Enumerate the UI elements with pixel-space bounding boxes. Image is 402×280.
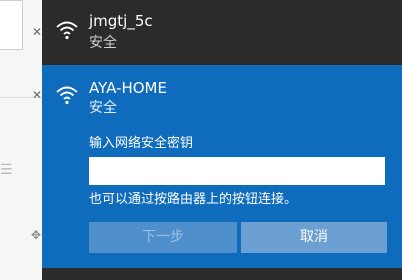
security-key-label: 输入网络安全密钥: [89, 136, 194, 151]
move-icon[interactable]: ✥: [31, 229, 42, 241]
network-item[interactable]: jmgtj_5c 安全: [42, 0, 402, 65]
wifi-signal-icon: [56, 21, 78, 40]
wifi-flyout: jmgtj_5c 安全 AYA-HOME 安全 输入网络安全密钥 也可以通过按路…: [42, 0, 402, 280]
close-icon[interactable]: ✕: [32, 89, 42, 101]
network-security-status: 安全: [89, 35, 117, 51]
screen: ✕ ✕ ☰ ✥ jmgtj_5c 安全 AYA-HOME 安全 输入网络安全密钥…: [0, 0, 402, 280]
router-button-hint: 也可以通过按路由器上的按钮连接。: [89, 192, 298, 207]
security-key-input[interactable]: [89, 157, 385, 185]
network-name: AYA-HOME: [89, 79, 167, 97]
network-security-status: 安全: [89, 100, 117, 116]
close-icon[interactable]: ✕: [32, 26, 42, 38]
wifi-signal-icon: [56, 86, 78, 105]
cancel-button[interactable]: 取消: [241, 222, 387, 253]
network-name: jmgtj_5c: [89, 12, 153, 30]
list-icon[interactable]: ☰: [0, 160, 20, 180]
background-window: ✕ ✕ ☰ ✥: [0, 0, 42, 280]
flyout-bottom-edge: [42, 268, 402, 280]
background-input[interactable]: [0, 0, 23, 50]
next-button[interactable]: 下一步: [89, 222, 237, 253]
network-item-selected[interactable]: AYA-HOME 安全 输入网络安全密钥 也可以通过按路由器上的按钮连接。 下一…: [42, 65, 402, 268]
